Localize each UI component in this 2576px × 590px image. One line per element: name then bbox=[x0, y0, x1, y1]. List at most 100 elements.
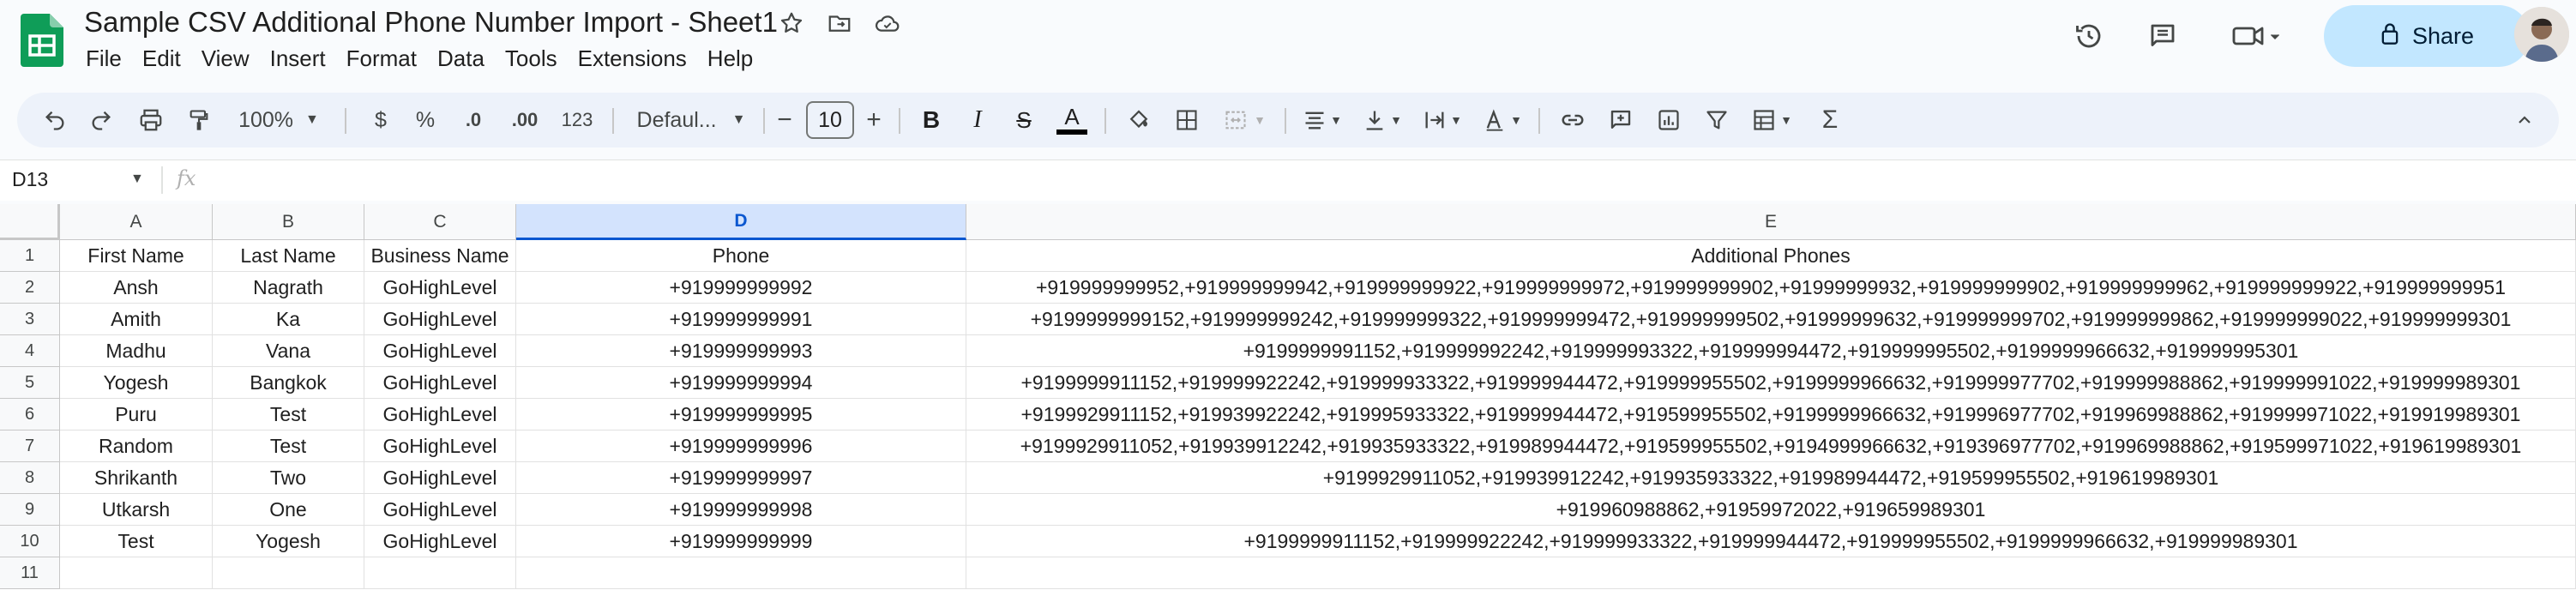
column-header-e[interactable]: E bbox=[966, 204, 2576, 240]
sheets-logo-icon[interactable] bbox=[21, 14, 63, 67]
cell-b10[interactable]: Yogesh bbox=[213, 526, 364, 557]
cell-b6[interactable]: Test bbox=[213, 399, 364, 430]
cell-a7[interactable]: Random bbox=[60, 430, 213, 462]
insert-chart-icon[interactable] bbox=[1648, 93, 1689, 148]
row-header-7[interactable]: 7 bbox=[0, 430, 60, 462]
cell-e7[interactable]: +9199929911052,+919939912242,+9199359333… bbox=[966, 430, 2576, 462]
paint-format-icon[interactable] bbox=[178, 93, 220, 148]
menu-format[interactable]: Format bbox=[336, 43, 427, 74]
bold-icon[interactable]: B bbox=[914, 93, 948, 148]
cell-c3[interactable]: GoHighLevel bbox=[364, 304, 516, 335]
cell-a3[interactable]: Amith bbox=[60, 304, 213, 335]
cell-a2[interactable]: Ansh bbox=[60, 272, 213, 304]
cell-c10[interactable]: GoHighLevel bbox=[364, 526, 516, 557]
menu-data[interactable]: Data bbox=[427, 43, 495, 74]
menu-tools[interactable]: Tools bbox=[495, 43, 568, 74]
menu-edit[interactable]: Edit bbox=[132, 43, 191, 74]
undo-icon[interactable] bbox=[34, 93, 75, 148]
menu-help[interactable]: Help bbox=[697, 43, 763, 74]
cell-b7[interactable]: Test bbox=[213, 430, 364, 462]
move-folder-icon[interactable] bbox=[825, 9, 854, 38]
row-header-4[interactable]: 4 bbox=[0, 335, 60, 367]
cell-b3[interactable]: Ka bbox=[213, 304, 364, 335]
row-header-10[interactable]: 10 bbox=[0, 526, 60, 557]
zoom-select[interactable]: 100% ▼ bbox=[232, 93, 326, 148]
borders-icon[interactable] bbox=[1166, 93, 1207, 148]
cell-d3[interactable]: +919999999991 bbox=[516, 304, 966, 335]
menu-view[interactable]: View bbox=[191, 43, 260, 74]
column-header-d[interactable]: D bbox=[516, 204, 966, 240]
share-button[interactable]: Share bbox=[2324, 5, 2530, 67]
meet-icon[interactable] bbox=[2223, 15, 2291, 57]
cell-c7[interactable]: GoHighLevel bbox=[364, 430, 516, 462]
functions-icon[interactable]: Σ bbox=[1809, 93, 1851, 148]
decrease-font-size-icon[interactable]: − bbox=[768, 93, 801, 148]
cloud-saved-icon[interactable] bbox=[873, 9, 902, 38]
redo-icon[interactable] bbox=[81, 93, 122, 148]
horizontal-align-icon[interactable]: ▼ bbox=[1295, 93, 1350, 148]
cell-d10[interactable]: +919999999999 bbox=[516, 526, 966, 557]
text-rotation-icon[interactable]: ▼ bbox=[1475, 93, 1530, 148]
cell-b2[interactable]: Nagrath bbox=[213, 272, 364, 304]
column-header-b[interactable]: B bbox=[213, 204, 364, 240]
cell-d2[interactable]: +919999999992 bbox=[516, 272, 966, 304]
cell-c11[interactable] bbox=[364, 557, 516, 589]
cell-b5[interactable]: Bangkok bbox=[213, 367, 364, 399]
filter-views-icon[interactable]: ▼ bbox=[1744, 93, 1799, 148]
cell-d8[interactable]: +919999999997 bbox=[516, 462, 966, 494]
increase-decimal-button[interactable]: .00 bbox=[503, 93, 547, 148]
name-box[interactable]: D13 bbox=[12, 168, 48, 191]
menu-extensions[interactable]: Extensions bbox=[568, 43, 697, 74]
cell-b9[interactable]: One bbox=[213, 494, 364, 526]
cell-e3[interactable]: +9199999999152,+919999999242,+9199999993… bbox=[966, 304, 2576, 335]
formula-input[interactable] bbox=[214, 163, 2564, 197]
decrease-decimal-button[interactable]: .0 bbox=[453, 93, 494, 148]
column-header-a[interactable]: A bbox=[60, 204, 213, 240]
document-title[interactable]: Sample CSV Additional Phone Number Impor… bbox=[84, 5, 778, 39]
row-header-3[interactable]: 3 bbox=[0, 304, 60, 335]
row-header-9[interactable]: 9 bbox=[0, 494, 60, 526]
cell-c6[interactable]: GoHighLevel bbox=[364, 399, 516, 430]
text-wrapping-icon[interactable]: ▼ bbox=[1415, 93, 1470, 148]
row-header-1[interactable]: 1 bbox=[0, 240, 60, 272]
star-icon[interactable] bbox=[777, 9, 806, 38]
cell-c9[interactable]: GoHighLevel bbox=[364, 494, 516, 526]
cell-e10[interactable]: +9199999911152,+919999922242,+9199999333… bbox=[966, 526, 2576, 557]
number-format-button[interactable]: 123 bbox=[556, 93, 599, 148]
font-size-input[interactable]: 10 bbox=[806, 101, 854, 139]
collapse-toolbar-icon[interactable] bbox=[2504, 93, 2545, 148]
version-history-icon[interactable] bbox=[2068, 15, 2110, 57]
cell-c5[interactable]: GoHighLevel bbox=[364, 367, 516, 399]
row-header-6[interactable]: 6 bbox=[0, 399, 60, 430]
row-header-8[interactable]: 8 bbox=[0, 462, 60, 494]
insert-link-icon[interactable] bbox=[1552, 93, 1593, 148]
menu-file[interactable]: File bbox=[86, 43, 132, 74]
cell-e9[interactable]: +919960988862,+91959972022,+919659989301 bbox=[966, 494, 2576, 526]
cell-a4[interactable]: Madhu bbox=[60, 335, 213, 367]
chevron-down-icon[interactable]: ▼ bbox=[130, 172, 144, 187]
cell-e1[interactable]: Additional Phones bbox=[966, 240, 2576, 272]
cell-e11[interactable] bbox=[966, 557, 2576, 589]
cell-b1[interactable]: Last Name bbox=[213, 240, 364, 272]
cell-d5[interactable]: +919999999994 bbox=[516, 367, 966, 399]
column-header-c[interactable]: C bbox=[364, 204, 516, 240]
print-icon[interactable] bbox=[130, 93, 172, 148]
cell-c2[interactable]: GoHighLevel bbox=[364, 272, 516, 304]
text-color-icon[interactable]: A bbox=[1051, 93, 1092, 148]
row-header-2[interactable]: 2 bbox=[0, 272, 60, 304]
cell-d6[interactable]: +919999999995 bbox=[516, 399, 966, 430]
row-header-5[interactable]: 5 bbox=[0, 367, 60, 399]
italic-icon[interactable]: I bbox=[960, 93, 995, 148]
vertical-align-icon[interactable]: ▼ bbox=[1355, 93, 1410, 148]
filter-icon[interactable] bbox=[1696, 93, 1737, 148]
percent-format-button[interactable]: % bbox=[408, 93, 442, 148]
insert-comment-icon[interactable] bbox=[1600, 93, 1641, 148]
cell-e5[interactable]: +9199999911152,+919999922242,+9199999333… bbox=[966, 367, 2576, 399]
row-header-11[interactable]: 11 bbox=[0, 557, 60, 589]
comment-icon[interactable] bbox=[2142, 15, 2183, 57]
cell-d11[interactable] bbox=[516, 557, 966, 589]
cell-b4[interactable]: Vana bbox=[213, 335, 364, 367]
cell-a5[interactable]: Yogesh bbox=[60, 367, 213, 399]
currency-format-button[interactable]: $ bbox=[364, 93, 398, 148]
cell-d4[interactable]: +919999999993 bbox=[516, 335, 966, 367]
